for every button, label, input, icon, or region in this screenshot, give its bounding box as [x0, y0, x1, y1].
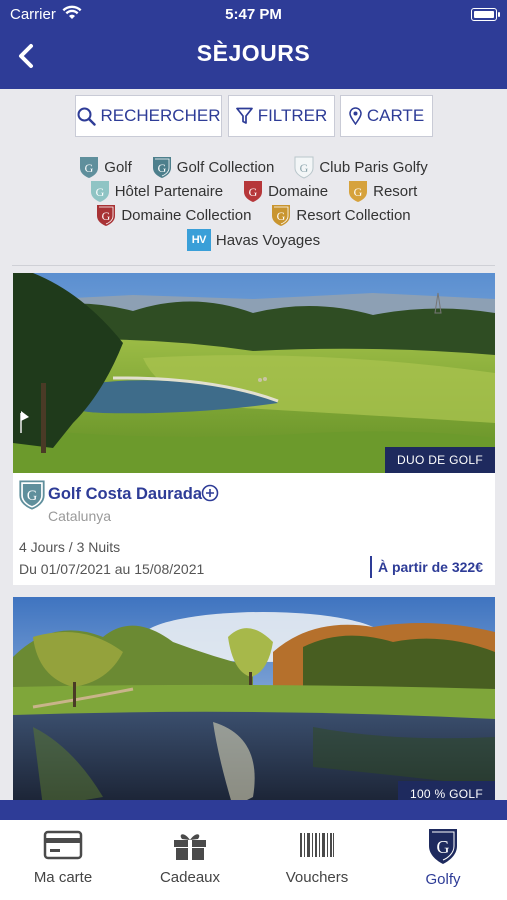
header: Carrier 5:47 PM SÈJOURS [0, 0, 507, 89]
card-icon [43, 830, 83, 860]
svg-text:G: G [277, 209, 286, 223]
tab-ma-carte[interactable]: Ma carte [0, 820, 126, 900]
legend-row: HV Havas Voyages [0, 228, 507, 252]
resort-collection-shield-icon: G [272, 204, 291, 226]
golf-collection-shield-icon: G [152, 156, 171, 178]
divider [12, 265, 495, 266]
search-icon [77, 107, 96, 126]
svg-text:G: G [437, 837, 450, 857]
svg-text:G: G [249, 185, 258, 199]
add-circle-icon[interactable] [201, 484, 219, 502]
tab-label: Vouchers [285, 869, 349, 886]
golf-course-landscape [13, 597, 495, 807]
stay-price: À partir de 322€ [369, 556, 483, 578]
svg-text:G: G [27, 488, 37, 504]
category-badge: DUO DE GOLF [385, 447, 495, 473]
svg-text:G: G [354, 185, 363, 199]
svg-text:G: G [300, 161, 309, 175]
resort-shield-icon: G [349, 180, 368, 202]
golf-course-photo: 100 % GOLF [13, 597, 495, 807]
tab-vouchers[interactable]: Vouchers [254, 820, 380, 900]
barcode-icon [300, 833, 334, 857]
stay-name[interactable]: Golf Costa Daurada [48, 485, 202, 504]
map-pin-icon [349, 107, 362, 125]
page-title: SÈJOURS [196, 40, 311, 66]
clock: 5:47 PM [225, 6, 282, 23]
golfy-shield-icon: G [429, 829, 457, 864]
legend-row: G Golf G Golf Collection G Club Paris Go… [0, 155, 507, 179]
domaine-collection-shield-icon: G [97, 204, 116, 226]
hotel-shield-icon: G [90, 180, 109, 202]
tab-label: Cadeaux [159, 869, 221, 886]
legend-row: G Domaine Collection G Resort Collection [0, 203, 507, 227]
tab-golfy[interactable]: G Golfy [380, 820, 506, 900]
tab-label: Golfy [425, 871, 461, 888]
gift-icon [174, 834, 206, 860]
golf-shield-icon: G [19, 480, 45, 510]
legend-row: G Hôtel Partenaire G Domaine G Resort [0, 179, 507, 203]
stay-card[interactable]: 100 % GOLF [13, 597, 495, 807]
stay-region: Catalunya [48, 508, 112, 524]
golf-course-photo: DUO DE GOLF [13, 273, 495, 473]
legend-item-havas-voyages: HV Havas Voyages [186, 229, 320, 251]
tabbar-top-band [0, 800, 507, 820]
legend-item-domaine: G Domaine [243, 180, 328, 203]
tab-label: Ma carte [33, 869, 93, 886]
legend-item-hotel-partenaire: G Hôtel Partenaire [90, 180, 223, 203]
legend-item-resort: G Resort [348, 180, 417, 203]
app-screen: Carrier 5:47 PM SÈJOURS RECHERCHER FILTR… [0, 0, 507, 900]
tab-cadeaux[interactable]: Cadeaux [127, 820, 253, 900]
legend-item-golf-collection: G Golf Collection [152, 156, 274, 179]
map-button-label: CARTE [366, 106, 425, 125]
toolbar: RECHERCHER FILTRER CARTE [0, 95, 507, 137]
legend-item-domaine-collection: G Domaine Collection [96, 204, 251, 227]
legend-item-club-paris-golfy: G Club Paris Golfy [294, 156, 428, 179]
stay-duration: 4 Jours / 3 Nuits [19, 539, 121, 555]
filter-button-label: FILTRER [257, 106, 328, 125]
filter-icon [235, 107, 253, 124]
golf-shield-icon: G [80, 156, 99, 178]
map-button[interactable]: CARTE [340, 95, 433, 137]
stay-dates: Du 01/07/2021 au 15/08/2021 [19, 561, 205, 577]
stay-card[interactable]: DUO DE GOLF G Golf Costa Daurada Catalun… [13, 273, 495, 585]
svg-text:G: G [85, 161, 94, 175]
search-button[interactable]: RECHERCHER [75, 95, 222, 137]
legend-item-golf: G Golf [79, 156, 132, 179]
status-bar: Carrier 5:47 PM [0, 4, 507, 26]
category-legend: G Golf G Golf Collection G Club Paris Go… [0, 155, 507, 257]
search-button-label: RECHERCHER [100, 106, 221, 125]
svg-text:G: G [157, 161, 166, 175]
legend-item-resort-collection: G Resort Collection [271, 204, 411, 227]
havas-voyages-logo: HV [186, 229, 211, 251]
tab-bar: Ma carte Cadeaux Vouchers G Golfy [0, 820, 507, 900]
svg-text:G: G [95, 185, 104, 199]
domaine-shield-icon: G [244, 180, 263, 202]
svg-text:G: G [102, 209, 111, 223]
battery-icon [471, 8, 500, 21]
club-shield-icon: G [294, 156, 314, 179]
filter-button[interactable]: FILTRER [228, 95, 335, 137]
golf-course-landscape [13, 273, 495, 473]
